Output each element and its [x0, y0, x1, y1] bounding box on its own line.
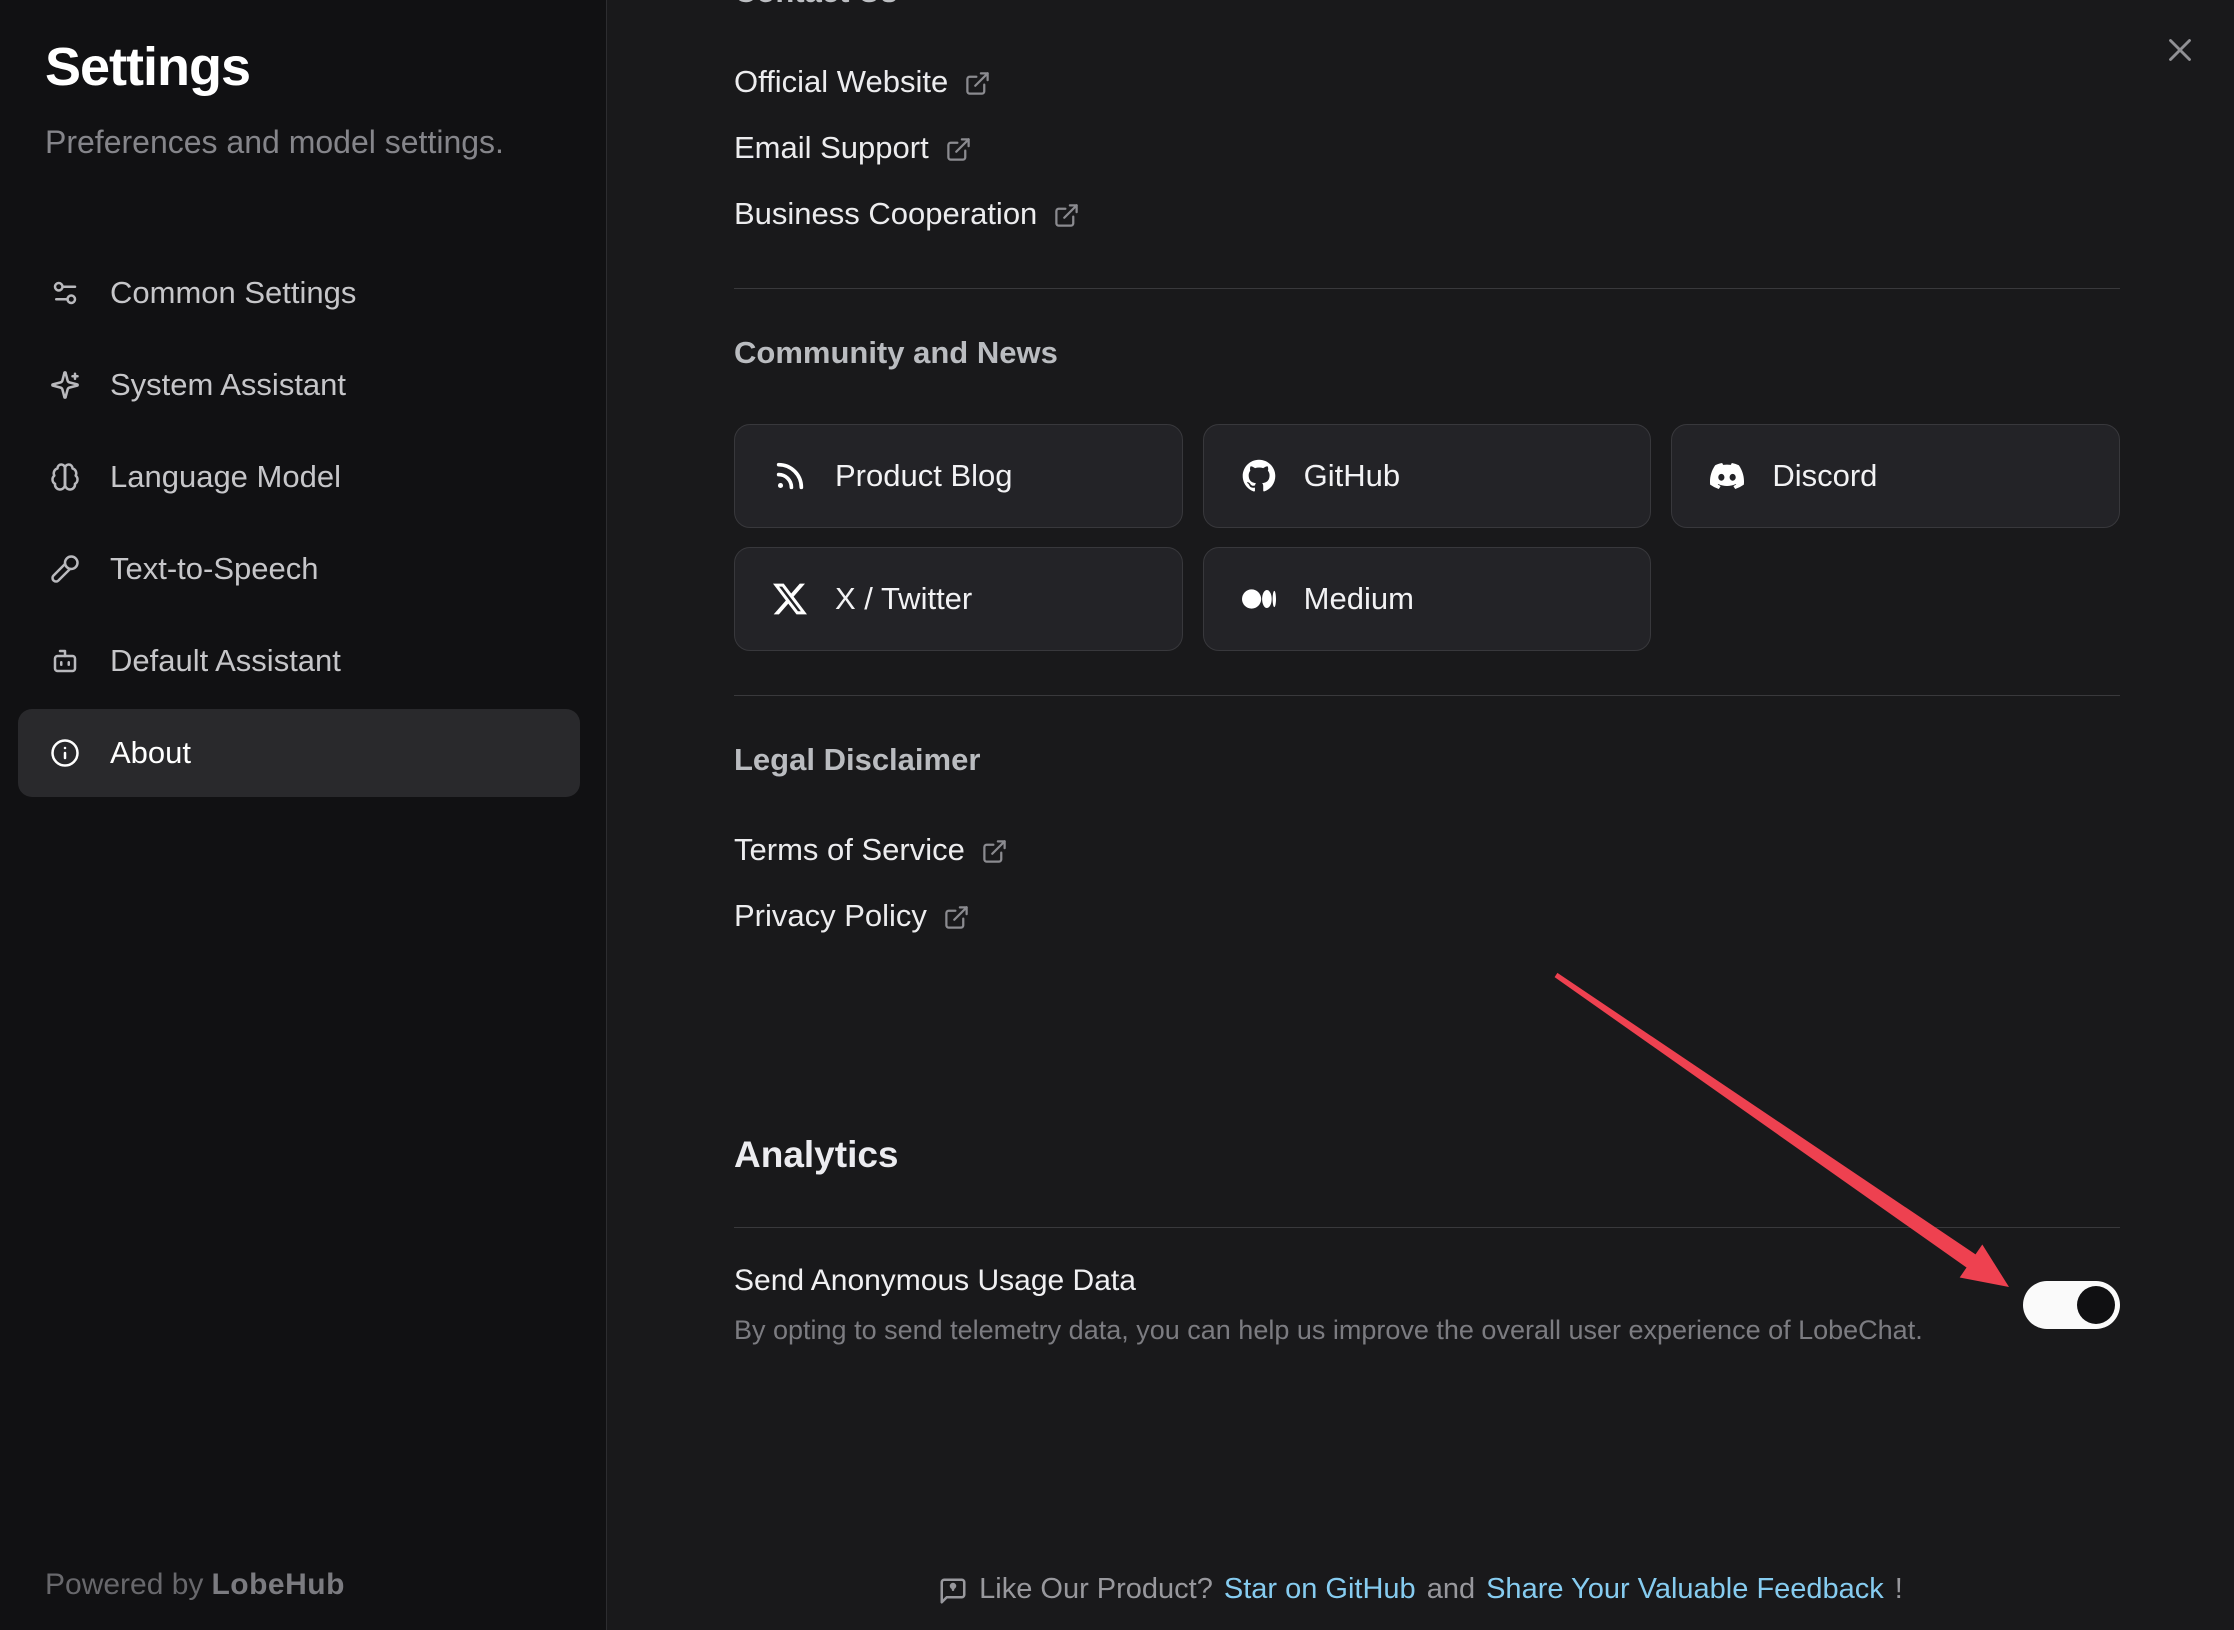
link-label: Privacy Policy [734, 898, 927, 934]
sidebar-item-text-to-speech[interactable]: Text-to-Speech [18, 525, 580, 613]
sidebar-item-label: System Assistant [110, 367, 346, 403]
sidebar-item-default-assistant[interactable]: Default Assistant [18, 617, 580, 705]
sidebar-item-label: Common Settings [110, 275, 356, 311]
legal-links: Terms of Service Privacy Policy [734, 832, 2120, 934]
star-on-github-link[interactable]: Star on GitHub [1224, 1573, 1416, 1606]
product-blog-button[interactable]: Product Blog [734, 424, 1183, 528]
powered-by: Powered byLobeHub [45, 1568, 345, 1602]
page-subtitle: Preferences and model settings. [45, 124, 561, 161]
feedback-bubble-icon [938, 1576, 968, 1606]
sidebar-item-label: Language Model [110, 459, 341, 495]
sidebar-item-label: Text-to-Speech [110, 551, 319, 587]
sidebar-item-about[interactable]: About [18, 709, 580, 797]
discord-icon [1710, 459, 1744, 493]
button-label: Medium [1304, 581, 1414, 617]
section-divider [734, 695, 2120, 696]
x-twitter-button[interactable]: X / Twitter [734, 547, 1183, 651]
medium-icon [1242, 582, 1276, 616]
external-link-icon [945, 136, 972, 163]
usage-toggle-knob [2077, 1286, 2115, 1324]
analytics-section-title: Analytics [734, 1134, 2120, 1178]
button-label: X / Twitter [835, 581, 972, 617]
email-support-link[interactable]: Email Support [734, 130, 972, 166]
brain-icon [50, 462, 80, 492]
contact-section-title: Contact Us [734, 0, 2120, 10]
link-label: Official Website [734, 64, 948, 100]
section-divider [734, 288, 2120, 289]
mic-icon [50, 554, 80, 584]
rss-icon [773, 459, 807, 493]
legal-section-title: Legal Disclaimer [734, 742, 2120, 778]
usage-data-setting: Send Anonymous Usage Data By opting to s… [734, 1264, 2120, 1346]
sidebar-item-common-settings[interactable]: Common Settings [18, 249, 580, 337]
section-divider [734, 1227, 2120, 1228]
close-icon [2161, 31, 2199, 69]
page-title: Settings [45, 36, 561, 98]
external-link-icon [1053, 202, 1080, 229]
sidebar-item-system-assistant[interactable]: System Assistant [18, 341, 580, 429]
info-icon [50, 738, 80, 768]
sidebar-item-language-model[interactable]: Language Model [18, 433, 580, 521]
powered-by-text: Powered by [45, 1568, 203, 1601]
link-label: Terms of Service [734, 832, 965, 868]
sidebar-item-label: About [110, 735, 191, 771]
link-label: Business Cooperation [734, 196, 1037, 232]
contact-links: Official Website Email Support Business … [734, 64, 2120, 232]
community-section-title: Community and News [734, 335, 2120, 371]
github-button[interactable]: GitHub [1203, 424, 1652, 528]
bot-icon [50, 646, 80, 676]
button-label: Product Blog [835, 458, 1013, 494]
share-feedback-link[interactable]: Share Your Valuable Feedback [1486, 1573, 1884, 1606]
annotation-arrow [607, 0, 2233, 1630]
business-cooperation-link[interactable]: Business Cooperation [734, 196, 1080, 232]
github-icon [1242, 459, 1276, 493]
external-link-icon [943, 904, 970, 931]
sidebar-header: Settings Preferences and model settings. [0, 0, 606, 161]
external-link-icon [964, 70, 991, 97]
link-label: Email Support [734, 130, 929, 166]
sliders-icon [50, 278, 80, 308]
community-buttons: Product Blog GitHub Discord X / Twitter … [734, 424, 2120, 651]
usage-data-text: Send Anonymous Usage Data By opting to s… [734, 1264, 1923, 1346]
about-panel: Contact Us Official Website Email Suppor… [607, 0, 2234, 1630]
settings-sidebar: Settings Preferences and model settings.… [0, 0, 607, 1630]
button-label: GitHub [1304, 458, 1400, 494]
external-link-icon [981, 838, 1008, 865]
footer-text: Like Our Product? [979, 1573, 1213, 1606]
footer-text: and [1427, 1573, 1475, 1606]
lobehub-brand: LobeHub [211, 1568, 344, 1601]
sparkles-icon [50, 370, 80, 400]
privacy-policy-link[interactable]: Privacy Policy [734, 898, 970, 934]
settings-nav: Common Settings System Assistant Languag… [0, 249, 606, 797]
sidebar-item-label: Default Assistant [110, 643, 341, 679]
discord-button[interactable]: Discord [1671, 424, 2120, 528]
usage-data-description: By opting to send telemetry data, you ca… [734, 1315, 1923, 1346]
usage-toggle[interactable] [2023, 1281, 2120, 1329]
feedback-footer: Like Our Product? Star on GitHub and Sha… [607, 1573, 2234, 1606]
usage-data-label: Send Anonymous Usage Data [734, 1264, 1923, 1298]
terms-of-service-link[interactable]: Terms of Service [734, 832, 1008, 868]
x-icon [773, 582, 807, 616]
official-website-link[interactable]: Official Website [734, 64, 991, 100]
close-button[interactable] [2160, 30, 2200, 70]
footer-text: ! [1895, 1573, 1903, 1606]
button-label: Discord [1772, 458, 1877, 494]
medium-button[interactable]: Medium [1203, 547, 1652, 651]
